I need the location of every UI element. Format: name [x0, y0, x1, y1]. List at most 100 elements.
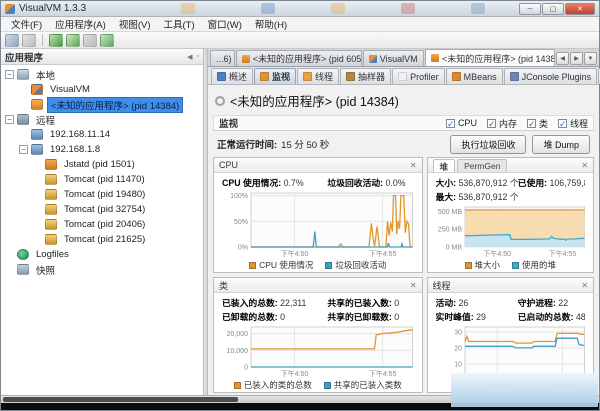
- document-tab[interactable]: VisualVM✕: [363, 50, 424, 66]
- threads-panel-close-icon[interactable]: ✕: [581, 281, 588, 290]
- tree-item[interactable]: <未知的应用程序> (pid 14384): [1, 97, 203, 112]
- checkbox-icon[interactable]: ✓: [527, 119, 536, 128]
- heap-panel-close-icon[interactable]: ✕: [581, 161, 588, 170]
- checkbox-label: CPU: [458, 118, 477, 128]
- cpu-panel-close-icon[interactable]: ✕: [410, 161, 417, 170]
- menu-item[interactable]: 文件(F): [5, 16, 48, 32]
- tree-toggle-icon: [19, 130, 28, 139]
- save-icon[interactable]: [22, 34, 36, 47]
- legend-swatch: [465, 262, 472, 269]
- tree-item[interactable]: − 远程: [1, 112, 203, 127]
- add-snap-icon[interactable]: [66, 34, 80, 47]
- sidebar-minimize-icon[interactable]: ◀: [187, 53, 192, 61]
- sidebar-float-icon[interactable]: ▫: [197, 53, 199, 61]
- tree-item-label: 快照: [33, 263, 58, 277]
- svg-text:0%: 0%: [238, 245, 248, 252]
- tab-list-icon[interactable]: ▼: [584, 52, 597, 65]
- menu-bar: 文件(F)应用程序(A)视图(V)工具(T)窗口(W)帮助(H): [1, 17, 599, 32]
- tab-scroll-buttons: ◀▶▼: [556, 52, 597, 65]
- stat-label: 共享的已卸载数:: [327, 312, 394, 322]
- document-tab[interactable]: <未知的应用程序> (pid 6056)✕: [236, 50, 362, 66]
- menu-item[interactable]: 视图(V): [113, 16, 157, 32]
- tree-item[interactable]: Tomcat (pid 19480): [1, 187, 203, 202]
- tree-item[interactable]: −本地: [1, 67, 203, 82]
- compare-icon[interactable]: [100, 34, 114, 47]
- permgen-tab[interactable]: PermGen: [457, 159, 507, 172]
- title-bar: VisualVM 1.3.3 ─ ▢ ✕: [1, 1, 599, 17]
- view-tab-bar: 概述监视线程抽样器ProfilerMBeansJConsole PluginsV…: [208, 67, 599, 85]
- stat-value: 0: [394, 312, 399, 322]
- checkbox-icon[interactable]: ✓: [487, 119, 496, 128]
- svg-text:下午4:55: 下午4:55: [369, 369, 397, 378]
- checkbox-内存[interactable]: ✓内存: [487, 117, 517, 130]
- svg-text:下午4:50: 下午4:50: [281, 369, 309, 378]
- tree-item[interactable]: Tomcat (pid 21625): [1, 232, 203, 247]
- minimize-button[interactable]: ─: [519, 3, 541, 15]
- document-tab[interactable]: <未知的应用程序> (pid 14384)✕: [425, 49, 555, 66]
- tab-sampler[interactable]: 抽样器: [340, 68, 391, 84]
- open-icon[interactable]: [5, 34, 19, 47]
- tree-item[interactable]: −192.168.1.8: [1, 142, 203, 157]
- classes-panel-title: 类: [219, 279, 228, 292]
- classes-panel: 类 ✕ 已装入的总数: 22,311共享的已装入数: 0已卸载的总数: 0共享的…: [213, 277, 423, 393]
- tree-item-label: 远程: [33, 113, 58, 127]
- tab-jconsole[interactable]: JConsole Plugins: [504, 68, 598, 84]
- svg-text:100%: 100%: [230, 193, 248, 200]
- tree-item[interactable]: Jstatd (pid 1501): [1, 157, 203, 172]
- stat-label: 大小:: [436, 178, 459, 188]
- scroll-left-icon[interactable]: ◀: [556, 52, 569, 65]
- stat-item: 已卸载的总数: 0: [222, 310, 327, 323]
- tree-item[interactable]: Tomcat (pid 32754): [1, 202, 203, 217]
- document-tab[interactable]: ...6): [210, 50, 235, 66]
- checkbox-类[interactable]: ✓类: [527, 117, 548, 130]
- tree-item-label: Tomcat (pid 19480): [61, 189, 148, 200]
- tree-item[interactable]: 192.168.11.14: [1, 127, 203, 142]
- checkbox-icon[interactable]: ✓: [558, 119, 567, 128]
- tree-item[interactable]: VisualVM: [1, 82, 203, 97]
- mbeans-icon: [452, 72, 461, 81]
- tree-item[interactable]: Tomcat (pid 11470): [1, 172, 203, 187]
- tab-mbeans[interactable]: MBeans: [446, 68, 503, 84]
- close-button[interactable]: ✕: [565, 3, 595, 15]
- heap-tab[interactable]: 堆: [433, 159, 456, 172]
- stat-value: 0.0%: [386, 178, 406, 188]
- menu-item[interactable]: 帮助(H): [249, 16, 293, 32]
- tree-toggle-icon: [5, 265, 14, 274]
- tree-item[interactable]: 快照: [1, 262, 203, 277]
- menu-item[interactable]: 应用程序(A): [49, 16, 112, 32]
- threads-panel-header: 线程 ✕: [428, 278, 593, 293]
- visualvm-app-icon: [5, 4, 15, 14]
- checkbox-label: 类: [539, 117, 548, 130]
- legend-swatch: [249, 262, 256, 269]
- checkbox-icon[interactable]: ✓: [446, 119, 455, 128]
- menu-item[interactable]: 窗口(W): [202, 16, 248, 32]
- checkbox-CPU[interactable]: ✓CPU: [446, 117, 477, 130]
- stat-item: 守护进程: 22: [518, 296, 585, 309]
- stat-label: 活动:: [436, 298, 459, 308]
- tree-toggle-icon[interactable]: −: [5, 70, 14, 79]
- tab-monitor[interactable]: 监视: [254, 68, 296, 84]
- tree-toggle-icon[interactable]: −: [5, 115, 14, 124]
- tree-item[interactable]: Logfiles: [1, 247, 203, 262]
- add-app-icon[interactable]: [49, 34, 63, 47]
- scroll-right-icon[interactable]: ▶: [570, 52, 583, 65]
- snapshot-icon: [17, 264, 29, 275]
- classes-panel-close-icon[interactable]: ✕: [410, 281, 417, 290]
- menu-item[interactable]: 工具(T): [157, 16, 200, 32]
- tab-threads[interactable]: 线程: [297, 68, 339, 84]
- document-tab-label: ...6): [216, 54, 232, 64]
- snap-dis-icon[interactable]: [83, 34, 97, 47]
- tab-close-icon[interactable]: ✕: [423, 55, 424, 63]
- toolbar: [1, 32, 599, 49]
- heap-dump-button[interactable]: 堆 Dump: [532, 135, 590, 154]
- svg-text:下午4:55: 下午4:55: [548, 249, 576, 258]
- tree-toggle-icon: [33, 205, 42, 214]
- perform-gc-button[interactable]: 执行垃圾回收: [450, 135, 526, 154]
- tree-toggle-icon[interactable]: −: [19, 145, 28, 154]
- tree-item[interactable]: Tomcat (pid 20406): [1, 217, 203, 232]
- tab-overview[interactable]: 概述: [211, 68, 253, 84]
- monitor-section-title: 监视: [219, 116, 238, 130]
- maximize-button[interactable]: ▢: [542, 3, 564, 15]
- checkbox-线程[interactable]: ✓线程: [558, 117, 588, 130]
- tab-profiler[interactable]: Profiler: [392, 68, 445, 84]
